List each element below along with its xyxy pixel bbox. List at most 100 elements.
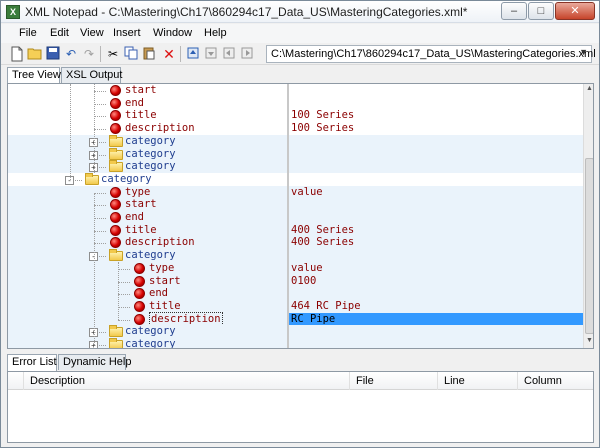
value-cell[interactable]: [289, 198, 583, 212]
attribute-node-label[interactable]: type: [125, 186, 150, 199]
scroll-up-icon[interactable]: ▲: [585, 85, 593, 95]
attribute-node-label[interactable]: end: [125, 211, 144, 224]
value-cell[interactable]: 0100: [289, 274, 583, 288]
value-cell[interactable]: [289, 134, 583, 148]
menu-help[interactable]: Help: [204, 27, 227, 39]
value-cell[interactable]: [289, 325, 583, 339]
close-button[interactable]: ✕: [555, 2, 595, 20]
value-cell[interactable]: [289, 287, 583, 301]
scroll-down-icon[interactable]: ▼: [585, 337, 593, 347]
chevron-down-icon[interactable]: ▼: [579, 47, 588, 57]
attribute-node-label[interactable]: description: [125, 122, 195, 135]
value-cell[interactable]: 400 Series: [289, 223, 583, 237]
element-node-label[interactable]: category: [125, 325, 176, 338]
tree-row[interactable]: + category: [8, 338, 287, 348]
vertical-scrollbar[interactable]: ▲ ▼: [583, 84, 593, 348]
tree-row[interactable]: description: [8, 122, 287, 135]
tree-row[interactable]: + category: [8, 134, 287, 148]
tree-row[interactable]: type: [8, 185, 287, 199]
attribute-node-label[interactable]: start: [125, 198, 157, 211]
element-node-label[interactable]: category: [125, 148, 176, 161]
value-cell[interactable]: 400 Series: [289, 236, 583, 250]
value-cell[interactable]: [289, 211, 583, 224]
attribute-node-label[interactable]: type: [149, 262, 174, 275]
redo-icon[interactable]: ↷: [81, 46, 97, 62]
nudge-right-icon[interactable]: [239, 46, 255, 62]
attribute-node-label[interactable]: start: [125, 84, 157, 97]
value-cell[interactable]: [289, 147, 583, 161]
tree-row[interactable]: title: [8, 299, 287, 313]
value-cell[interactable]: value: [289, 185, 583, 199]
tab-xsl-output[interactable]: XSL Output: [61, 67, 122, 83]
value-cell[interactable]: [289, 84, 583, 97]
value-cell[interactable]: 100 Series: [289, 122, 583, 135]
attribute-node-label[interactable]: description: [149, 311, 223, 326]
value-cell[interactable]: 464 RC Pipe: [289, 299, 583, 313]
copy-icon[interactable]: [123, 46, 139, 62]
scrollbar-thumb[interactable]: [585, 158, 593, 334]
value-cell[interactable]: 100 Series: [289, 109, 583, 122]
delete-icon[interactable]: ✕: [161, 46, 177, 62]
tree-row[interactable]: + category: [8, 147, 287, 161]
attribute-node-label[interactable]: description: [125, 236, 195, 249]
tree-row[interactable]: end: [8, 211, 287, 224]
paste-icon[interactable]: [141, 46, 157, 62]
tree-row[interactable]: + category: [8, 160, 287, 174]
tree-row[interactable]: + category: [8, 325, 287, 339]
value-cell[interactable]: [289, 338, 583, 348]
tree-row[interactable]: start: [8, 84, 287, 97]
tree-row[interactable]: start: [8, 198, 287, 212]
cut-icon[interactable]: ✂: [105, 46, 121, 62]
menu-window[interactable]: Window: [153, 27, 192, 39]
tree-row[interactable]: - category: [8, 249, 287, 263]
tree-row[interactable]: start: [8, 274, 287, 288]
menu-insert[interactable]: Insert: [113, 27, 141, 39]
element-node-label[interactable]: category: [125, 135, 176, 148]
element-node-label[interactable]: category: [125, 338, 176, 348]
nudge-up-icon[interactable]: [185, 46, 201, 62]
menu-edit[interactable]: Edit: [50, 27, 69, 39]
attribute-node-label[interactable]: end: [125, 97, 144, 110]
attribute-icon: [110, 97, 121, 109]
minimize-button[interactable]: –: [501, 2, 527, 20]
tree-row[interactable]: description: [8, 236, 287, 250]
column-file[interactable]: File: [350, 372, 438, 390]
undo-icon[interactable]: ↶: [63, 46, 79, 62]
element-node-label[interactable]: category: [125, 249, 176, 262]
open-icon[interactable]: [27, 46, 43, 62]
tree-row[interactable]: title: [8, 109, 287, 122]
nudge-left-icon[interactable]: [221, 46, 237, 62]
tree-row[interactable]: end: [8, 97, 287, 110]
value-cell[interactable]: [289, 97, 583, 110]
value-cell[interactable]: [289, 249, 583, 263]
value-cell[interactable]: [289, 173, 583, 186]
tab-error-list[interactable]: Error List: [7, 354, 57, 371]
title-bar[interactable]: X XML Notepad - C:\Mastering\Ch17\860294…: [1, 1, 599, 23]
menu-file[interactable]: File: [19, 27, 37, 39]
column-description[interactable]: Description: [24, 372, 350, 390]
value-cell[interactable]: value: [289, 261, 583, 275]
nudge-down-icon[interactable]: [203, 46, 219, 62]
tree-row[interactable]: type: [8, 261, 287, 275]
attribute-node-label[interactable]: title: [125, 224, 157, 237]
tree-row[interactable]: description: [8, 311, 287, 326]
column-column[interactable]: Column: [518, 372, 593, 390]
selected-value-cell[interactable]: RC Pipe: [289, 312, 583, 326]
attribute-node-label[interactable]: end: [149, 287, 168, 300]
menu-view[interactable]: View: [80, 27, 104, 39]
maximize-button[interactable]: □: [528, 2, 554, 20]
column-line[interactable]: Line: [438, 372, 518, 390]
save-icon[interactable]: [45, 46, 61, 62]
element-node-label[interactable]: category: [101, 173, 152, 186]
tab-tree-view[interactable]: Tree View: [7, 67, 61, 84]
tree-row[interactable]: - category: [8, 172, 287, 186]
attribute-node-label[interactable]: title: [125, 109, 157, 122]
element-node-label[interactable]: category: [125, 160, 176, 173]
attribute-node-label[interactable]: start: [149, 275, 181, 288]
new-icon[interactable]: [9, 46, 25, 62]
tree-row[interactable]: end: [8, 287, 287, 301]
file-path-combobox[interactable]: C:\Mastering\Ch17\860294c17_Data_US\Mast…: [266, 45, 596, 63]
tree-row[interactable]: title: [8, 223, 287, 237]
value-cell[interactable]: [289, 160, 583, 174]
tab-dynamic-help[interactable]: Dynamic Help: [58, 354, 131, 370]
